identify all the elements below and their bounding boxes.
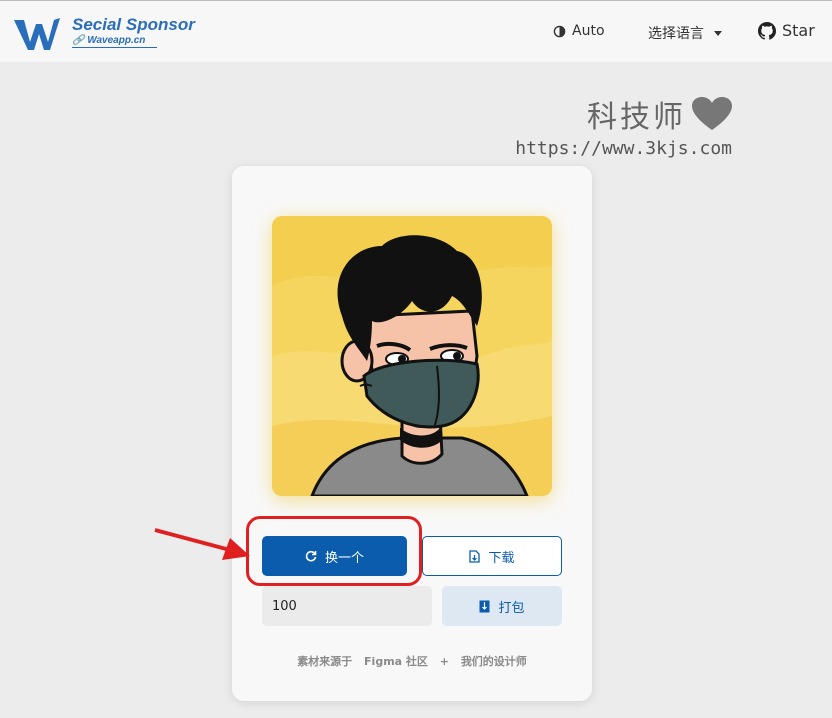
- pack-label: 打包: [498, 600, 525, 616]
- brand-logo[interactable]: [12, 14, 62, 52]
- credits-line: 素材来源于 Figma 社区 + 我们的设计师: [232, 653, 592, 669]
- github-star-button[interactable]: Star: [758, 21, 815, 40]
- avatar-illustration: [272, 216, 552, 496]
- language-dropdown[interactable]: 选择语言: [648, 23, 722, 43]
- brand-subtitle[interactable]: 🔗 Waveapp.cn: [72, 35, 158, 48]
- github-icon: [758, 21, 776, 40]
- theme-toggle[interactable]: Auto: [553, 23, 605, 39]
- avatar-card: 换一个 下载 打包 素材来源于 Figma 社区 + 我们的设计师: [232, 166, 592, 701]
- chevron-down-icon: [714, 30, 722, 36]
- count-input[interactable]: [262, 586, 432, 626]
- credits-designer-link[interactable]: 我们的设计师: [461, 655, 527, 668]
- brand-title[interactable]: Secial Sponsor: [72, 15, 195, 35]
- watermark-url: https://www.3kjs.com: [515, 138, 732, 159]
- credits-source-link[interactable]: Figma 社区: [364, 655, 428, 668]
- annotation-highlight-box: [246, 516, 422, 586]
- watermark-title: 科技师: [510, 92, 732, 136]
- watermark: 科技师 https://www.3kjs.com: [510, 92, 732, 159]
- language-label: 选择语言: [648, 26, 704, 42]
- file-download-icon: [469, 549, 481, 563]
- theme-label: Auto: [572, 23, 605, 39]
- link-icon: 🔗: [72, 35, 85, 46]
- credits-prefix: 素材来源于: [297, 655, 353, 668]
- download-label: 下载: [488, 550, 515, 566]
- annotation-arrow-icon: [154, 528, 250, 560]
- archive-icon: [479, 600, 490, 612]
- contrast-icon: [553, 25, 566, 37]
- github-label: Star: [782, 21, 815, 40]
- pack-button[interactable]: 打包: [442, 586, 562, 626]
- credits-plus: +: [439, 655, 449, 668]
- top-navbar: Secial Sponsor 🔗 Waveapp.cn Auto 选择语言 St…: [0, 0, 832, 62]
- brand-subtitle-text: Waveapp.cn: [87, 35, 146, 46]
- heart-icon: [692, 97, 732, 130]
- download-button[interactable]: 下载: [422, 536, 562, 576]
- watermark-title-text: 科技师: [587, 100, 686, 135]
